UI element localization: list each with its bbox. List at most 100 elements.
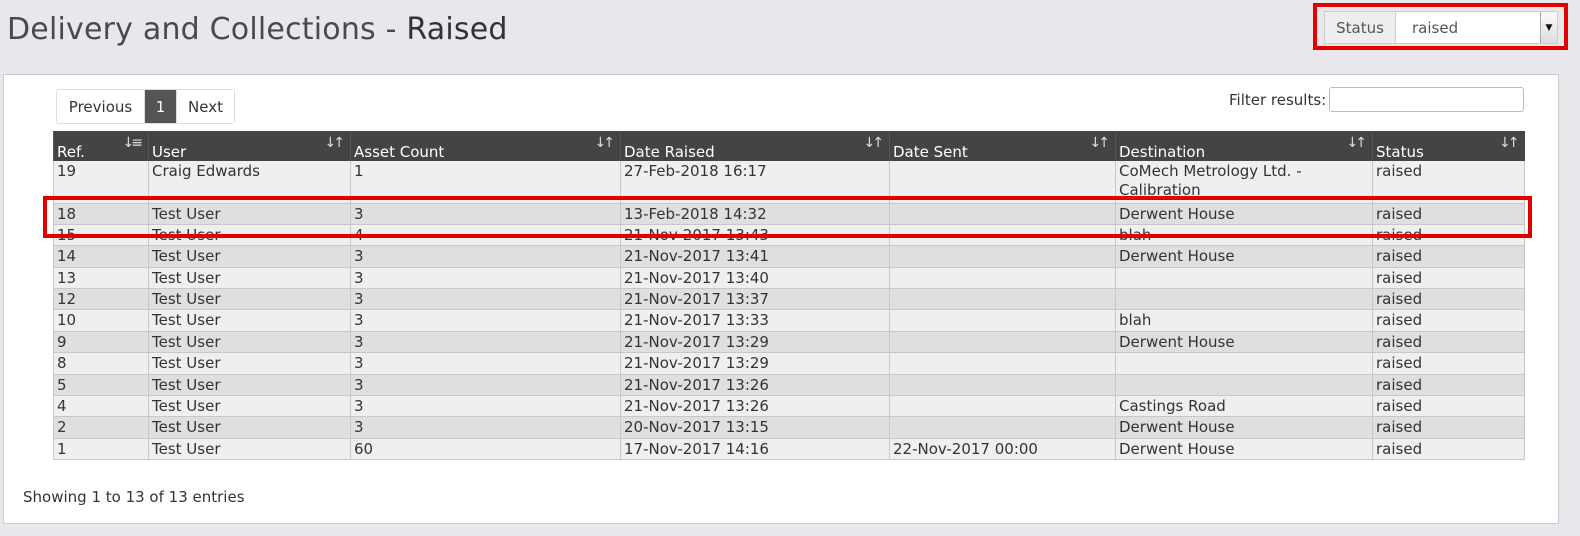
cell-ref: 2 xyxy=(53,416,149,439)
cell-date-sent xyxy=(889,309,1116,332)
pagination: Previous 1 Next xyxy=(56,89,235,124)
cell-date-raised: 21-Nov-2017 13:43 xyxy=(620,224,890,247)
column-header-ref[interactable]: Ref. ↓≡ xyxy=(53,131,149,161)
cell-status: raised xyxy=(1372,352,1525,375)
sort-icon: ↓↑ xyxy=(324,135,346,151)
status-select-value: raised xyxy=(1412,18,1459,37)
sort-descending-icon: ↓≡ xyxy=(122,135,144,151)
cell-asset-count: 3 xyxy=(350,245,621,268)
table-row[interactable]: 18 Test User 3 13-Feb-2018 14:32 Derwent Hou… xyxy=(53,203,1525,225)
status-filter-label: Status xyxy=(1325,12,1396,43)
cell-user: Test User xyxy=(148,331,351,354)
column-header-destination[interactable]: Destination ↓↑ xyxy=(1115,131,1373,161)
table-header-row: Ref. ↓≡ User ↓↑ Asset Count ↓↑ Date Raised ↓… xyxy=(53,131,1525,161)
cell-ref: 14 xyxy=(53,245,149,268)
table-row[interactable]: 19 Craig Edwards 1 27-Feb-2018 16:17 CoMech … xyxy=(53,161,1525,204)
cell-date-sent xyxy=(889,224,1116,247)
cell-asset-count: 4 xyxy=(350,224,621,247)
cell-user: Test User xyxy=(148,267,351,290)
cell-date-sent xyxy=(889,267,1116,290)
cell-date-sent xyxy=(889,395,1116,418)
status-filter-highlight: Status raised ▼ xyxy=(1313,3,1568,50)
cell-date-sent xyxy=(889,203,1116,225)
cell-destination xyxy=(1115,374,1373,397)
sort-icon: ↓↑ xyxy=(863,135,885,151)
cell-status: raised xyxy=(1372,438,1525,461)
cell-asset-count: 3 xyxy=(350,309,621,332)
column-header-user[interactable]: User ↓↑ xyxy=(148,131,351,161)
cell-asset-count: 3 xyxy=(350,267,621,290)
table-info: Showing 1 to 13 of 13 entries xyxy=(23,488,245,506)
cell-date-sent xyxy=(889,352,1116,375)
cell-destination: blah xyxy=(1115,309,1373,332)
cell-user: Test User xyxy=(148,224,351,247)
cell-destination: Derwent House xyxy=(1115,416,1373,439)
cell-ref: 4 xyxy=(53,395,149,418)
cell-status: raised xyxy=(1372,374,1525,397)
table-row[interactable]: 2 Test User 3 20-Nov-2017 13:15 Derwent Hous… xyxy=(53,416,1525,439)
cell-status: raised xyxy=(1372,395,1525,418)
cell-date-sent: 22-Nov-2017 00:00 xyxy=(889,438,1116,461)
cell-status: raised xyxy=(1372,245,1525,268)
cell-ref: 10 xyxy=(53,309,149,332)
column-header-status[interactable]: Status ↓↑ xyxy=(1372,131,1525,161)
cell-date-raised: 21-Nov-2017 13:40 xyxy=(620,267,890,290)
previous-page-button[interactable]: Previous xyxy=(57,90,145,123)
cell-date-raised: 21-Nov-2017 13:29 xyxy=(620,331,890,354)
cell-ref: 18 xyxy=(53,203,149,225)
sort-icon: ↓↑ xyxy=(1346,135,1368,151)
cell-user: Test User xyxy=(148,245,351,268)
page-1-button[interactable]: 1 xyxy=(145,90,176,123)
cell-status: raised xyxy=(1372,288,1525,311)
cell-destination: Derwent House xyxy=(1115,331,1373,354)
cell-date-raised: 20-Nov-2017 13:15 xyxy=(620,416,890,439)
cell-user: Test User xyxy=(148,395,351,418)
status-select[interactable]: raised ▼ xyxy=(1396,12,1557,43)
column-header-asset-count[interactable]: Asset Count ↓↑ xyxy=(350,131,621,161)
page-title-status: Raised xyxy=(406,12,508,47)
results-panel: Previous 1 Next Filter results: Ref. ↓≡ U… xyxy=(3,74,1559,524)
table-row[interactable]: 4 Test User 3 21-Nov-2017 13:26 Castings Roa… xyxy=(53,395,1525,418)
deliveries-table: Ref. ↓≡ User ↓↑ Asset Count ↓↑ Date Raised ↓… xyxy=(53,131,1525,461)
column-header-date-raised[interactable]: Date Raised ↓↑ xyxy=(620,131,890,161)
cell-user: Test User xyxy=(148,309,351,332)
cell-ref: 1 xyxy=(53,438,149,461)
table-row[interactable]: 5 Test User 3 21-Nov-2017 13:26 raised xyxy=(53,374,1525,397)
column-header-date-sent[interactable]: Date Sent ↓↑ xyxy=(889,131,1116,161)
cell-date-raised: 17-Nov-2017 14:16 xyxy=(620,438,890,461)
table-row[interactable]: 12 Test User 3 21-Nov-2017 13:37 raised xyxy=(53,288,1525,311)
cell-status: raised xyxy=(1372,161,1525,204)
cell-ref: 5 xyxy=(53,374,149,397)
cell-date-sent xyxy=(889,331,1116,354)
cell-asset-count: 3 xyxy=(350,416,621,439)
cell-ref: 19 xyxy=(53,161,149,204)
cell-destination: blah xyxy=(1115,224,1373,247)
cell-date-sent xyxy=(889,161,1116,204)
table-row[interactable]: 10 Test User 3 21-Nov-2017 13:33 blah raised xyxy=(53,309,1525,332)
cell-date-raised: 21-Nov-2017 13:41 xyxy=(620,245,890,268)
cell-date-sent xyxy=(889,416,1116,439)
cell-destination: Derwent House xyxy=(1115,245,1373,268)
filter-results-input[interactable] xyxy=(1329,87,1524,112)
cell-status: raised xyxy=(1372,309,1525,332)
cell-destination xyxy=(1115,267,1373,290)
cell-date-raised: 21-Nov-2017 13:29 xyxy=(620,352,890,375)
cell-ref: 13 xyxy=(53,267,149,290)
page-title-prefix: Delivery and Collections - xyxy=(7,12,407,47)
table-row[interactable]: 8 Test User 3 21-Nov-2017 13:29 raised xyxy=(53,352,1525,375)
table-row[interactable]: 14 Test User 3 21-Nov-2017 13:41 Derwent Hou… xyxy=(53,245,1525,268)
table-row[interactable]: 1 Test User 60 17-Nov-2017 14:16 22-Nov-2017… xyxy=(53,438,1525,461)
cell-destination: Derwent House xyxy=(1115,203,1373,225)
table-row[interactable]: 9 Test User 3 21-Nov-2017 13:29 Derwent Hous… xyxy=(53,331,1525,354)
cell-date-raised: 21-Nov-2017 13:26 xyxy=(620,395,890,418)
cell-date-raised: 13-Feb-2018 14:32 xyxy=(620,203,890,225)
table-row[interactable]: 15 Test User 4 21-Nov-2017 13:43 blah raised xyxy=(53,224,1525,247)
cell-date-raised: 21-Nov-2017 13:33 xyxy=(620,309,890,332)
chevron-down-icon[interactable]: ▼ xyxy=(1540,12,1557,43)
next-page-button[interactable]: Next xyxy=(176,90,234,123)
cell-date-sent xyxy=(889,288,1116,311)
cell-destination: Castings Road xyxy=(1115,395,1373,418)
cell-status: raised xyxy=(1372,224,1525,247)
table-row[interactable]: 13 Test User 3 21-Nov-2017 13:40 raised xyxy=(53,267,1525,290)
sort-icon: ↓↑ xyxy=(1089,135,1111,151)
